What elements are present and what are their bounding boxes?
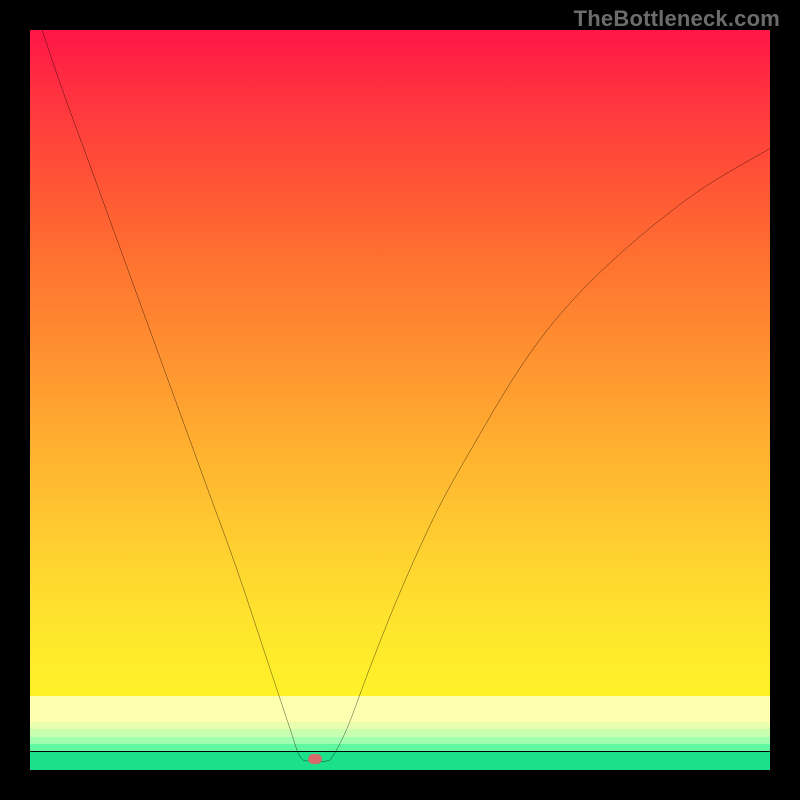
bottleneck-curve <box>30 30 770 770</box>
curve-path <box>30 30 770 762</box>
optimum-marker <box>308 754 322 764</box>
chart-frame: TheBottleneck.com <box>0 0 800 800</box>
plot-area <box>30 30 770 770</box>
watermark-text: TheBottleneck.com <box>574 6 780 32</box>
